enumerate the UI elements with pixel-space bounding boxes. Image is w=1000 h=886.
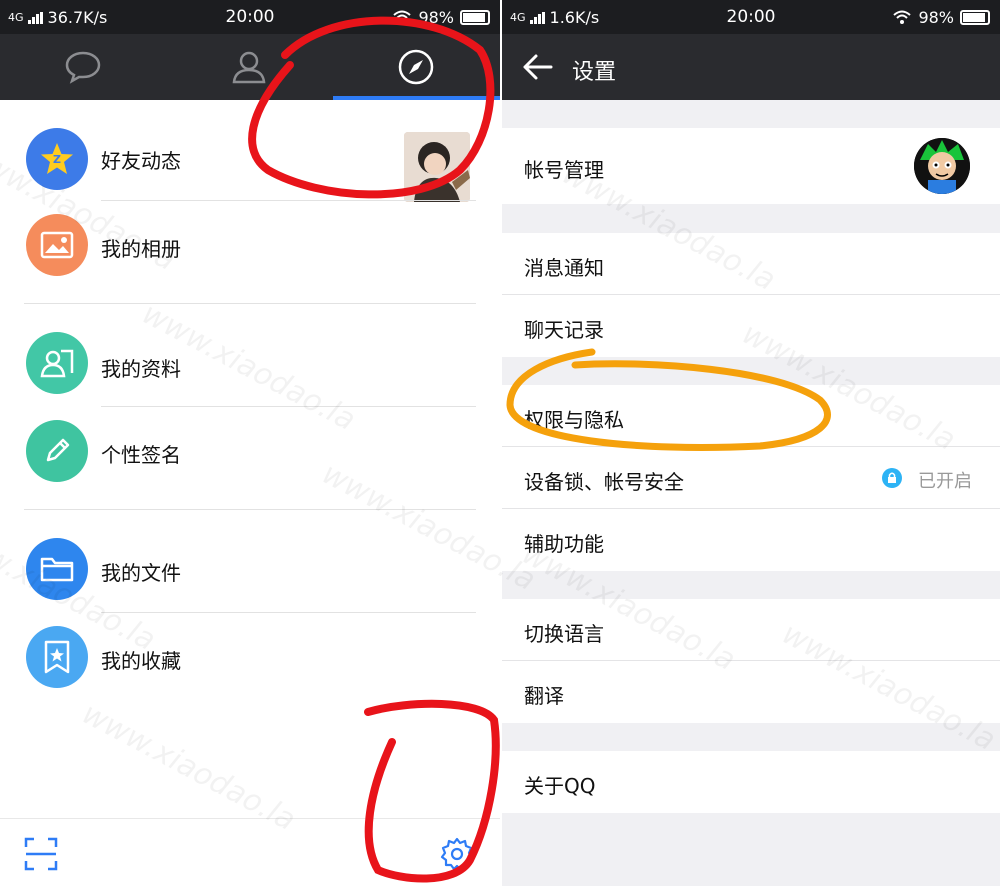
wifi-icon (393, 10, 412, 24)
pencil-icon (26, 420, 88, 482)
settings-item-accessibility[interactable]: 辅助功能 (502, 509, 1000, 571)
section-divider (24, 303, 476, 304)
settings-label: 帐号管理 (524, 158, 604, 182)
tab-contacts[interactable] (166, 34, 332, 100)
menu-item-favorites[interactable]: 我的收藏 (0, 614, 500, 702)
menu-divider (101, 612, 476, 613)
settings-label: 权限与隐私 (524, 408, 624, 432)
settings-label: 翻译 (524, 684, 564, 708)
battery-icon (460, 10, 490, 25)
settings-label: 关于QQ (524, 774, 596, 798)
settings-item-about[interactable]: 关于QQ (502, 751, 1000, 813)
settings-label: 聊天记录 (524, 318, 604, 342)
battery-percent: 98% (418, 8, 454, 27)
gear-icon[interactable] (440, 837, 474, 871)
menu-label: 个性签名 (101, 443, 181, 467)
settings-item-account[interactable]: 帐号管理 (502, 128, 1000, 204)
avatar (914, 138, 970, 194)
menu-divider (101, 200, 476, 201)
settings-item-language[interactable]: 切换语言 (502, 599, 1000, 661)
settings-label: 辅助功能 (524, 532, 604, 556)
bookmark-star-icon (26, 626, 88, 688)
tab-bar (0, 34, 500, 100)
menu-divider (101, 406, 476, 407)
battery-percent: 98% (918, 8, 954, 27)
menu-label: 我的资料 (101, 357, 181, 381)
menu-item-signature[interactable]: 个性签名 (0, 408, 500, 496)
status-badge: 已开启 (918, 471, 972, 492)
settings-item-translate[interactable]: 翻译 (502, 661, 1000, 723)
friend-feed-thumbnail (404, 132, 470, 202)
lock-icon (882, 468, 902, 488)
compass-icon (398, 49, 434, 85)
chat-bubble-icon (65, 51, 101, 84)
menu-item-album[interactable]: 我的相册 (0, 202, 500, 290)
settings-screen: 4G 1.6K/s 20:00 98% 设置 帐号管理 消息通知 聊天记录 权限… (502, 0, 1000, 886)
tab-messages[interactable] (0, 34, 166, 100)
settings-label: 切换语言 (524, 622, 604, 646)
settings-label: 设备锁、帐号安全 (524, 470, 684, 494)
back-arrow-icon[interactable] (522, 52, 554, 82)
active-tab-indicator (333, 96, 500, 100)
settings-item-notifications[interactable]: 消息通知 (502, 233, 1000, 295)
drawer-screen: 4G 36.7K/s 20:00 98% Z 好友动态 我的相册 我的资料 个性… (0, 0, 500, 886)
status-bar: 4G 1.6K/s 20:00 98% (502, 0, 1000, 34)
photo-album-icon (26, 214, 88, 276)
section-divider (24, 509, 476, 510)
svg-text:Z: Z (53, 153, 61, 166)
settings-item-chat-history[interactable]: 聊天记录 (502, 295, 1000, 357)
settings-item-privacy[interactable]: 权限与隐私 (502, 385, 1000, 447)
scan-icon[interactable] (24, 837, 58, 871)
qzone-star-icon: Z (26, 128, 88, 190)
status-bar: 4G 36.7K/s 20:00 98% (0, 0, 500, 34)
settings-item-device-lock[interactable]: 设备锁、帐号安全 已开启 (502, 447, 1000, 509)
settings-nav-bar: 设置 (502, 34, 1000, 100)
tab-explore[interactable] (333, 34, 499, 100)
folder-icon (26, 538, 88, 600)
menu-label: 我的相册 (101, 237, 181, 261)
menu-label: 我的收藏 (101, 649, 181, 673)
menu-item-friend-feed[interactable]: Z 好友动态 (0, 114, 500, 202)
menu-label: 好友动态 (101, 149, 181, 173)
wifi-icon (893, 10, 912, 24)
drawer-bottom-bar (0, 818, 500, 886)
profile-card-icon (26, 332, 88, 394)
menu-item-profile[interactable]: 我的资料 (0, 320, 500, 408)
page-title: 设置 (572, 60, 617, 85)
settings-label: 消息通知 (524, 256, 604, 280)
battery-icon (960, 10, 990, 25)
menu-label: 我的文件 (101, 561, 181, 585)
menu-item-files[interactable]: 我的文件 (0, 526, 500, 614)
contacts-icon (232, 51, 266, 84)
